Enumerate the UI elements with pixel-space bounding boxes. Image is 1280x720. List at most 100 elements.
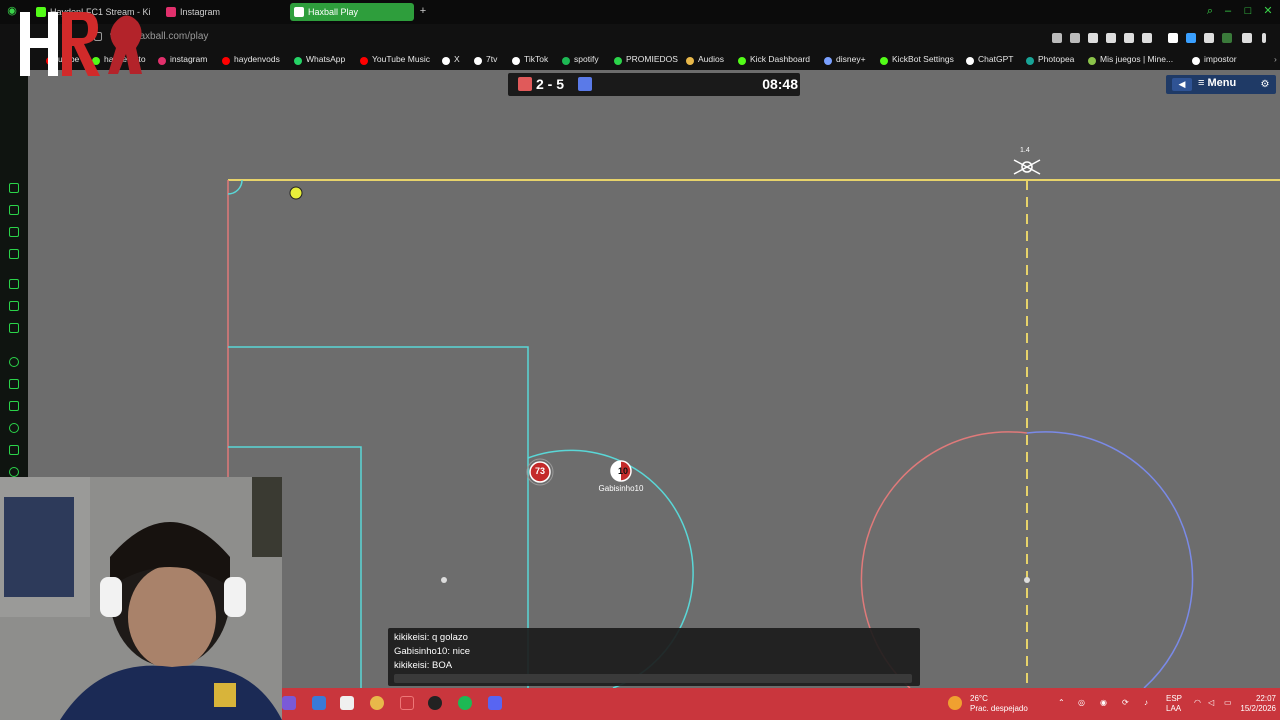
x-icon [442,57,450,65]
avatar[interactable] [1222,33,1232,43]
bookmark-item[interactable]: impostor [1192,54,1237,65]
wifi-icon[interactable]: ◠ [1194,698,1201,708]
battery-icon[interactable]: ▭ [1224,698,1232,708]
tab-label: Haxball Play [308,7,359,17]
chat-input[interactable] [394,674,912,683]
minecraft-icon [1088,57,1096,65]
instagram-icon [166,7,176,17]
bookmark-item[interactable]: KickBot Settings [880,54,954,65]
chevron-right-icon[interactable]: › [1262,54,1277,64]
whatsapp-icon [294,57,302,65]
center-spot [1024,577,1030,583]
circle-icon[interactable] [9,357,19,367]
tray-icon[interactable]: ◎ [1078,698,1085,708]
more-menu-icon[interactable] [1262,33,1266,43]
volume-icon[interactable]: ◁ [1208,698,1214,708]
tab-label: Instagram [180,7,221,17]
bookmark-item[interactable]: X [442,54,460,65]
file-explorer-icon[interactable] [340,696,354,710]
tray-icon[interactable]: ⟳ [1122,698,1129,708]
refresh-icon[interactable] [9,205,19,215]
minimize-button[interactable]: – [1222,5,1234,17]
bookmark-item[interactable]: TikTok [512,54,548,65]
notes-icon[interactable] [9,227,19,237]
language-indicator[interactable]: ESP LAA [1166,694,1182,714]
marker-label: 1.4 [1020,147,1030,154]
disney-icon [824,57,832,65]
new-tab-button[interactable]: + [417,5,429,17]
bookmark-item[interactable]: spotify [562,54,599,65]
bookmark-item[interactable]: WhatsApp [294,54,345,65]
blue-team-swatch [578,77,592,91]
tab-haxball[interactable]: Haxball Play [290,3,414,21]
weather-widget[interactable]: 26°C Prac. despejado [970,694,1028,714]
heart-icon[interactable] [9,401,19,411]
chat-message: kikikeisi: BOA [394,660,453,671]
lang-code: ESP [1166,694,1183,703]
tab-instagram[interactable]: Instagram [162,3,284,21]
telegram-icon[interactable] [9,323,19,333]
discord-icon[interactable] [488,696,502,710]
instagram-icon [158,57,166,65]
youtube-icon [222,57,230,65]
volume-icon[interactable]: ◀ [1172,78,1192,91]
gear-icon[interactable]: ⚙ [1258,78,1272,91]
play-icon[interactable] [1124,33,1134,43]
bookmark-item[interactable]: 7tv [474,54,497,65]
penalty-spot [441,577,447,583]
messenger-icon[interactable] [9,249,19,259]
promiedos-icon [614,57,622,65]
tray-icon[interactable]: ◉ [1100,698,1107,708]
score: 2 - 5 [536,76,565,92]
chrome-icon[interactable] [370,696,384,710]
bookmark-item[interactable]: PROMIEDOS [614,54,678,65]
extension-icon[interactable] [1168,33,1178,43]
game-menu-bar: ◀ ≡ Menu ⚙ [1166,75,1276,94]
photopea-icon [1026,57,1034,65]
maximize-button[interactable]: □ [1242,5,1254,17]
download-icon[interactable] [9,445,19,455]
haxball-icon [294,7,304,17]
menu-button[interactable]: ≡ Menu [1198,77,1236,89]
bookmark-item[interactable]: ChatGPT [966,54,1013,65]
bookmark-icon[interactable] [1052,33,1062,43]
puzzle-icon[interactable] [1204,33,1214,43]
microphone-icon[interactable]: ♪ [1144,698,1148,708]
address-bar: www.haxball.com/play [0,24,1280,52]
close-button[interactable]: ✕ [1262,5,1274,17]
browser-active-icon[interactable] [400,696,414,710]
bookmark-item[interactable]: instagram [158,54,207,65]
clock-icon[interactable] [9,423,19,433]
apps-icon[interactable] [9,379,19,389]
wallet-icon[interactable] [1106,33,1116,43]
twitch-icon[interactable] [9,183,19,193]
bookmark-item[interactable]: haydenvods [222,54,280,65]
chatgpt-icon[interactable] [9,279,19,289]
settings-icon[interactable] [9,467,19,477]
search-icon[interactable]: ⌕ [1204,5,1216,17]
bookmark-item[interactable]: Photopea [1026,54,1074,65]
bookmark-item[interactable]: disney+ [824,54,866,65]
download-icon[interactable] [1242,33,1252,43]
bookmark-item[interactable]: Kick Dashboard [738,54,810,65]
spotify-icon[interactable] [458,696,472,710]
teams-icon[interactable] [282,696,296,710]
notepad-icon[interactable] [312,696,326,710]
screenshot-icon[interactable] [1070,33,1080,43]
bookmark-item[interactable]: Audios [686,54,724,65]
webcam-overlay [0,477,282,720]
shield-icon[interactable] [1088,33,1098,43]
bookmark-item[interactable]: Mis juegos | Mine... [1088,54,1173,65]
chat-message: Gabisinho10: nice [394,646,471,657]
folder-icon [686,57,694,65]
clock-date: 15/2/2026 [1240,704,1276,713]
extension-icon[interactable] [1186,33,1196,43]
obs-icon[interactable] [428,696,442,710]
chevron-up-icon[interactable]: ⌃ [1058,698,1065,708]
twitch-icon[interactable] [9,301,19,311]
clock[interactable]: 22:07 15/2/2026 [1236,694,1276,714]
heart-icon[interactable] [1142,33,1152,43]
taskbar: 26°C Prac. despejado ⌃ ◎ ◉ ⟳ ♪ ESP LAA ◠… [282,688,1280,720]
scoreboard: 2 - 5 08:48 [508,73,800,96]
bookmark-item[interactable]: YouTube Music [360,54,430,65]
